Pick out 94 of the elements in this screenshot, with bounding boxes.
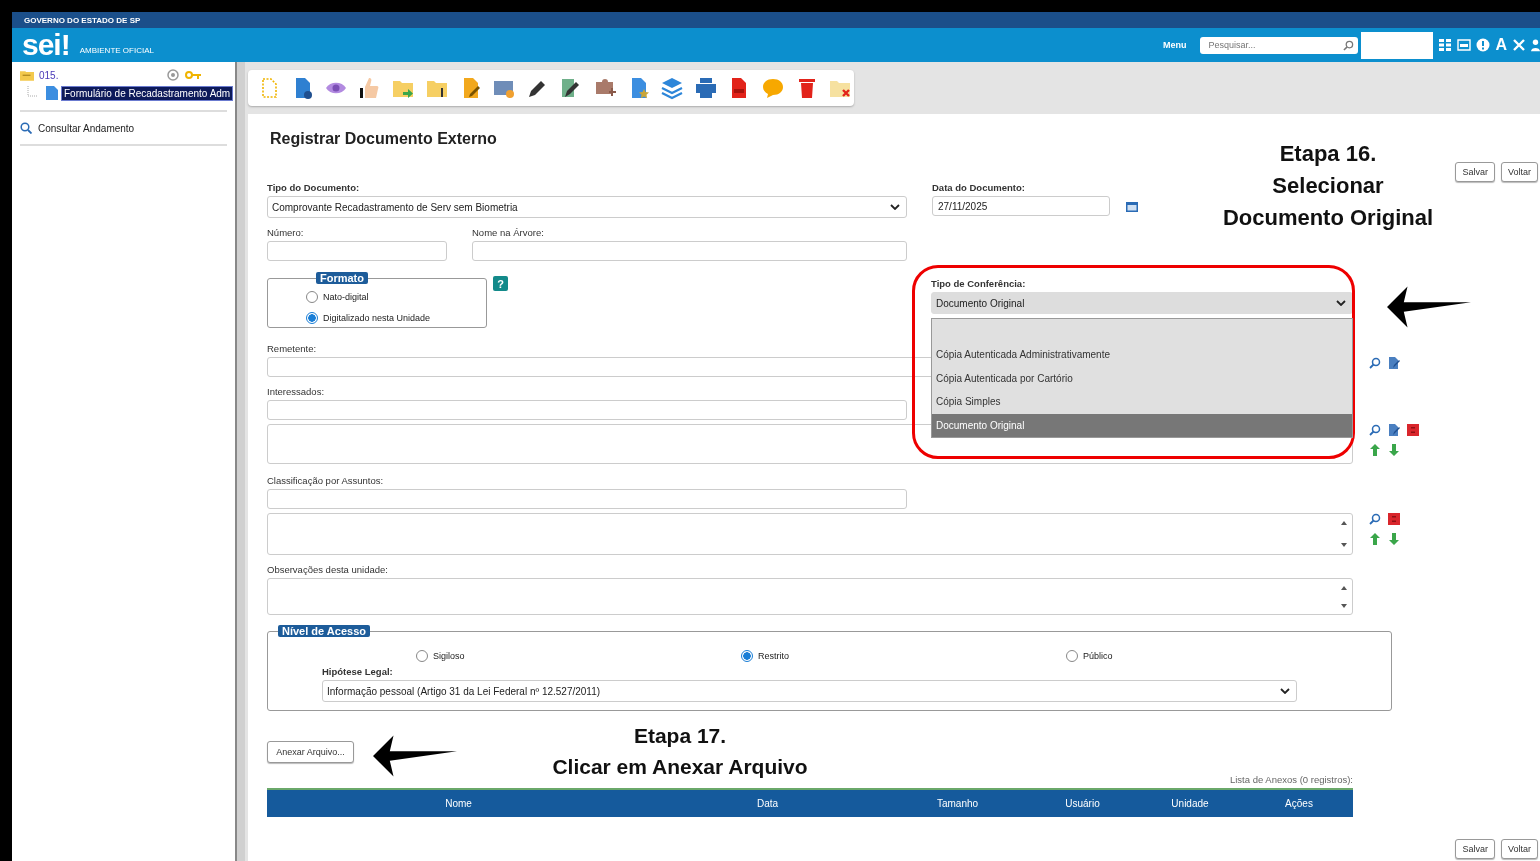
radio-label: Restrito	[758, 650, 789, 661]
menu-link[interactable]: Menu	[1162, 40, 1187, 50]
action-button[interactable]: Salvar	[1455, 839, 1495, 859]
tree-name-field[interactable]	[472, 241, 907, 261]
unit-field[interactable]	[1361, 31, 1434, 59]
column-header: Usuário	[1064, 798, 1101, 809]
key-icon	[185, 70, 202, 80]
conference-type-select[interactable]: Documento Original	[931, 292, 1353, 314]
radio-button[interactable]	[306, 311, 318, 324]
field-label: Interessados:	[267, 386, 326, 397]
font-size-button[interactable]: A	[1495, 36, 1507, 54]
document-type-select[interactable]: Comprovante Recadastramento de Serv sem Biometria	[267, 196, 907, 218]
radio-button[interactable]	[741, 649, 753, 662]
field-label: Hipótese Legal:	[322, 666, 394, 677]
left-arrow-icon	[373, 735, 457, 777]
number-field[interactable]	[267, 241, 447, 261]
date-field[interactable]: 27/11/2025	[932, 196, 1110, 216]
layers-icon[interactable]	[660, 76, 685, 100]
step-annotation: Etapa 16. Selecionar Documento Original	[1221, 140, 1435, 232]
action-button[interactable]: Voltar	[1501, 839, 1538, 859]
observations-field[interactable]	[267, 578, 1353, 615]
search-icon[interactable]	[1369, 424, 1381, 436]
field-label: Número:	[267, 227, 305, 238]
arrow-up-icon[interactable]	[1369, 533, 1381, 545]
chevron-icon	[1280, 688, 1290, 694]
radio-button[interactable]	[416, 649, 428, 662]
grid-icon[interactable]	[1438, 38, 1453, 52]
field-label: Data do Documento:	[932, 182, 1026, 193]
search-field[interactable]: Pesquisar...	[1200, 36, 1359, 54]
table-caption: Lista de Anexos (0 registros):	[1228, 774, 1353, 785]
field-label: Nome na Árvore:	[472, 227, 545, 238]
radio-button[interactable]	[306, 290, 318, 303]
circle-icon	[167, 69, 180, 81]
attach-file-button[interactable]: Anexar Arquivo...	[267, 741, 354, 763]
search-icon[interactable]	[20, 122, 32, 134]
sidebar-splitter[interactable]	[235, 62, 245, 861]
dropdown-option[interactable]: Cópia Simples	[932, 390, 1352, 414]
dropdown-option[interactable]: Documento Original	[932, 413, 1352, 437]
column-header: Ações	[1284, 798, 1314, 809]
column-header: Data	[755, 798, 780, 809]
government-label: GOVERNO DO ESTADO DE SP	[24, 15, 141, 25]
interested-field[interactable]	[267, 400, 907, 420]
calendar-icon[interactable]	[1126, 200, 1138, 212]
action-button[interactable]: Salvar	[1455, 162, 1495, 182]
document-icon[interactable]	[46, 86, 58, 100]
edit-icon[interactable]	[1388, 357, 1400, 369]
action-button[interactable]: Voltar	[1501, 162, 1538, 182]
printer-icon[interactable]	[693, 76, 718, 100]
tree-item[interactable]: Formulário de Recadastramento Adm	[62, 86, 233, 100]
scroll-arrows-icon[interactable]	[1340, 519, 1348, 549]
search-icon[interactable]	[1343, 39, 1355, 51]
process-number[interactable]: 015.	[39, 69, 59, 81]
group-legend: Nível de Acesso	[278, 625, 370, 637]
dropdown-option[interactable]: Cópia Autenticada por Cartório	[932, 366, 1352, 390]
help-button[interactable]: ?	[493, 276, 508, 291]
field-label: Classificação por Assuntos:	[267, 475, 385, 486]
column-header: Nome	[444, 798, 473, 809]
radio-label: Nato-digital	[323, 291, 369, 302]
arrow-up-icon[interactable]	[1369, 444, 1381, 456]
arrow-down-icon[interactable]	[1388, 533, 1400, 545]
field-label: Tipo do Documento:	[267, 182, 361, 193]
logo[interactable]: sei!	[22, 30, 70, 60]
dropdown-option[interactable]: Cópia Autenticada Administrativamente	[932, 343, 1352, 367]
search-icon[interactable]	[1369, 513, 1381, 525]
legal-basis-select[interactable]: Informação pessoal (Artigo 31 da Lei Federal nº 12.527/2011)	[322, 680, 1297, 702]
user-icon[interactable]	[1531, 38, 1540, 52]
arrow-down-icon[interactable]	[1388, 444, 1400, 456]
chevron-icon	[1336, 300, 1346, 306]
edit-icon[interactable]	[1388, 424, 1400, 436]
radio-label: Sigiloso	[433, 650, 465, 661]
radio-button[interactable]	[1066, 649, 1078, 662]
step-annotation: Etapa 17. Clicar em Anexar Arquivo	[551, 723, 809, 780]
info-icon[interactable]	[1476, 38, 1491, 52]
field-label: Tipo de Conferência:	[931, 278, 1027, 289]
delete-icon[interactable]	[1388, 513, 1400, 525]
left-arrow-icon	[1387, 286, 1471, 328]
page-title: Registrar Documento Externo	[270, 130, 497, 149]
environment-label: AMBIENTE OFICIAL	[79, 45, 154, 55]
field-label: Observações desta unidade:	[267, 564, 389, 575]
sidebar-link[interactable]: Consultar Andamento	[38, 122, 135, 134]
search-icon[interactable]	[1369, 357, 1381, 369]
delete-icon[interactable]	[1407, 424, 1419, 436]
radio-label: Digitalizado nesta Unidade	[323, 312, 431, 323]
panel-icon[interactable]	[1457, 38, 1472, 52]
radio-label: Público	[1083, 650, 1113, 661]
chevron-icon	[890, 204, 900, 210]
folder-icon[interactable]	[20, 69, 34, 81]
subject-field[interactable]	[267, 489, 907, 509]
column-header: Tamanho	[935, 798, 980, 809]
tools-icon[interactable]	[1512, 38, 1526, 52]
tree-connector	[26, 86, 38, 100]
speech-bubble-icon[interactable]	[760, 76, 785, 100]
group-legend: Formato	[316, 272, 368, 284]
column-header: Unidade	[1170, 798, 1210, 809]
